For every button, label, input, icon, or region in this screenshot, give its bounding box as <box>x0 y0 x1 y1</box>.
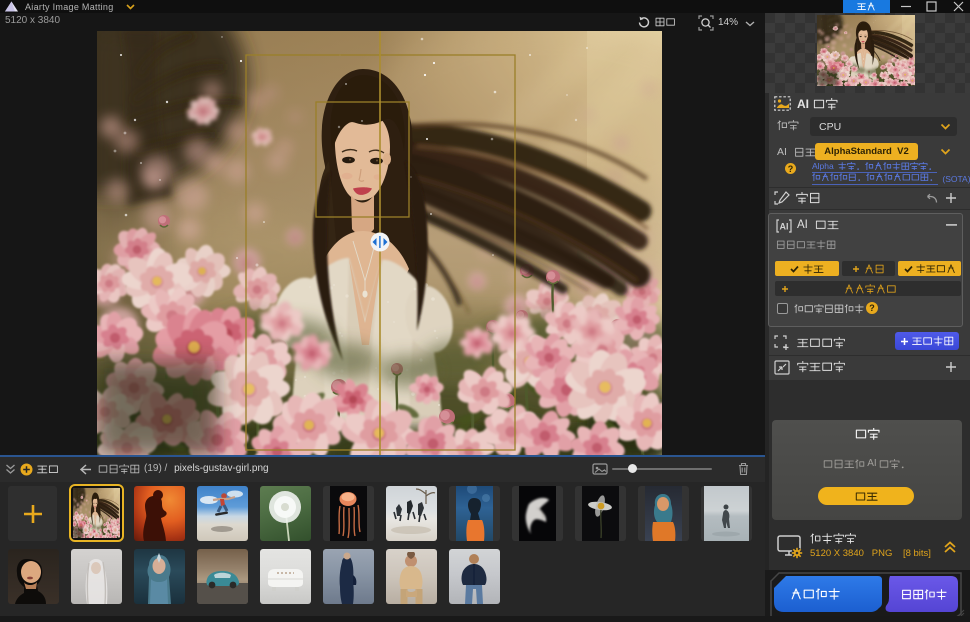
svg-text:AI: AI <box>780 222 789 232</box>
